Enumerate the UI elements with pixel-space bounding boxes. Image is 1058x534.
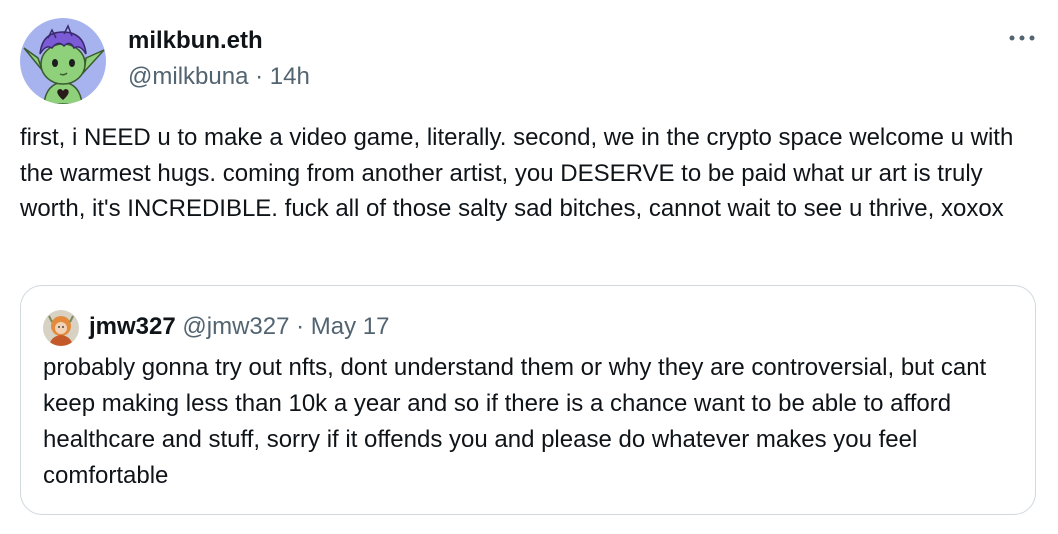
quoted-author-handle[interactable]: @jmw327 (182, 313, 289, 340)
tweet-text: first, i NEED u to make a video game, li… (20, 124, 1014, 222)
quoted-tweet-date[interactable]: May 17 (311, 313, 390, 340)
author-avatar[interactable] (20, 18, 106, 104)
portrait-avatar-icon (43, 310, 79, 346)
tweet-timestamp[interactable]: 14h (270, 63, 310, 90)
quoted-meta-separator: · (296, 313, 305, 340)
tweet-card: milkbun.eth @milkbuna · 14h first, i NEE… (0, 0, 1058, 534)
quoted-author-meta: jmw327 @jmw327 · May 17 (89, 312, 390, 342)
meta-separator: · (255, 63, 264, 90)
more-horizontal-icon (1009, 35, 1035, 41)
quoted-author-name[interactable]: jmw327 (89, 313, 176, 340)
quoted-tweet[interactable]: jmw327 @jmw327 · May 17 probably gonna t… (20, 285, 1036, 515)
author-meta: @milkbuna · 14h (128, 62, 310, 92)
more-options-button[interactable] (1004, 26, 1040, 50)
quoted-author-avatar[interactable] (43, 310, 79, 346)
author-handle[interactable]: @milkbuna (128, 63, 248, 90)
goblin-avatar-icon (20, 18, 106, 104)
quoted-tweet-text: probably gonna try out nfts, dont unders… (43, 354, 987, 489)
author-name[interactable]: milkbun.eth (128, 26, 263, 56)
